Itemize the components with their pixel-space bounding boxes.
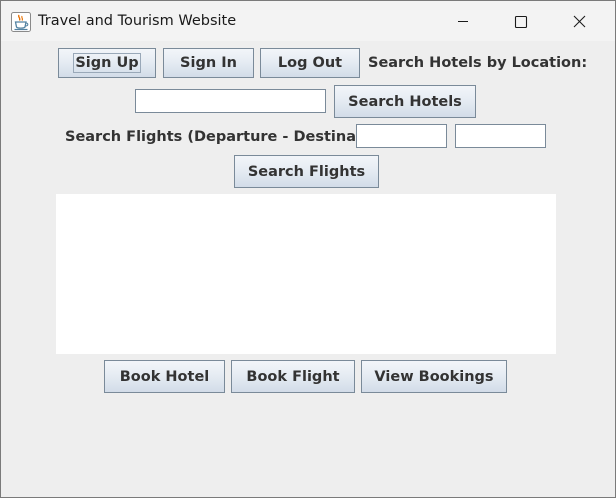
sign-in-label: Sign In [180,55,237,71]
java-coffee-cup-icon [11,12,31,32]
sign-up-button[interactable]: Sign Up [58,48,156,78]
search-hotels-button[interactable]: Search Hotels [334,85,476,118]
search-flights-button-label: Search Flights [247,163,366,180]
destination-input[interactable] [455,124,546,148]
book-flight-label: Book Flight [246,368,340,385]
content-panel: Sign Up Sign In Log Out Search Hotels by… [1,41,615,497]
search-flights-button[interactable]: Search Flights [234,155,379,188]
title-bar[interactable]: Travel and Tourism Website [1,1,615,41]
search-hotels-label: Search Hotels by Location: [368,55,588,71]
book-hotel-button[interactable]: Book Hotel [104,360,225,393]
maximize-button[interactable] [498,1,544,41]
log-out-label: Log Out [277,55,343,71]
departure-input[interactable] [356,124,447,148]
search-flights-label: Search Flights (Departure - Destination)… [65,129,401,145]
book-flight-button[interactable]: Book Flight [231,360,355,393]
hotel-location-input[interactable] [135,89,326,113]
sign-in-button[interactable]: Sign In [163,48,254,78]
book-hotel-label: Book Hotel [119,368,210,385]
sign-up-label: Sign Up [73,53,141,73]
results-text-area[interactable] [56,194,556,354]
app-window: Travel and Tourism Website Sign Up Sign … [0,0,616,498]
view-bookings-label: View Bookings [374,368,494,385]
search-hotels-button-label: Search Hotels [348,93,462,110]
close-button[interactable] [557,1,603,41]
window-title: Travel and Tourism Website [38,13,237,29]
log-out-button[interactable]: Log Out [260,48,360,78]
minimize-button[interactable] [440,1,486,41]
view-bookings-button[interactable]: View Bookings [361,360,507,393]
